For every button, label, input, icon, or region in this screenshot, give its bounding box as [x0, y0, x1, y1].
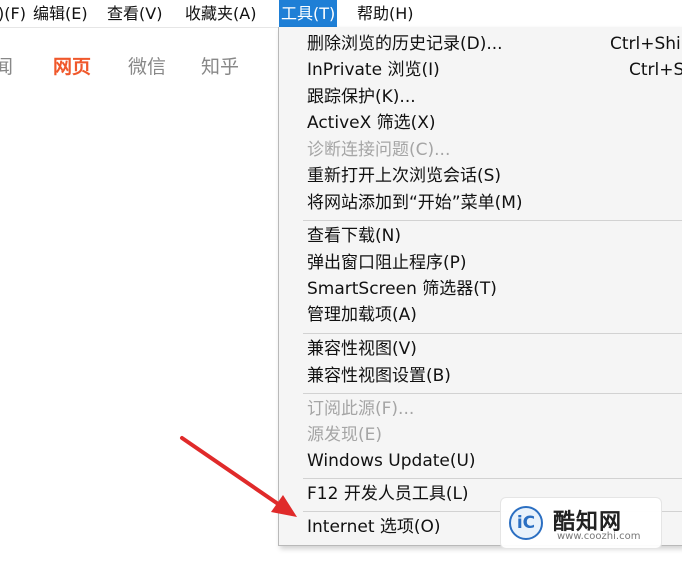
menu-help[interactable]: 帮助(H) [355, 0, 416, 27]
menu-separator [303, 220, 682, 221]
menu-item-activex-filtering[interactable]: ActiveX 筛选(X) [307, 110, 436, 136]
menu-item-f12-devtools[interactable]: F12 开发人员工具(L) [307, 481, 469, 507]
menu-item-manage-addons[interactable]: 管理加载项(A) [307, 302, 417, 328]
menu-item-smartscreen[interactable]: SmartScreen 筛选器(T) [307, 276, 497, 302]
shortcut-inprivate: Ctrl+S [629, 60, 682, 80]
menu-item-windows-update[interactable]: Windows Update(U) [307, 448, 476, 474]
tab-zhihu[interactable]: 知乎 [201, 52, 239, 79]
menu-item-internet-options[interactable]: Internet 选项(O) [307, 514, 441, 540]
menu-item-add-to-start[interactable]: 将网站添加到“开始”菜单(M) [307, 190, 523, 216]
menu-separator [303, 393, 682, 394]
watermark-logo-icon: iC [509, 506, 543, 540]
shortcut-delete-history: Ctrl+Shi [610, 34, 681, 54]
menu-item-popup-blocker[interactable]: 弹出窗口阻止程序(P) [307, 250, 467, 276]
menu-file[interactable]: )(F) [0, 0, 28, 27]
watermark-url: www.coozhi.com [557, 531, 641, 542]
menu-item-inprivate[interactable]: InPrivate 浏览(I) [307, 57, 440, 83]
tools-dropdown-menu: 删除浏览的历史记录(D)... Ctrl+Shi InPrivate 浏览(I)… [278, 27, 682, 546]
menu-item-diagnose-connection: 诊断连接问题(C)... [307, 140, 451, 160]
menu-edit[interactable]: 编辑(E) [31, 0, 90, 27]
menu-view[interactable]: 查看(V) [105, 0, 164, 27]
menu-item-delete-history[interactable]: 删除浏览的历史记录(D)... [307, 31, 503, 57]
tab-wechat[interactable]: 微信 [128, 52, 166, 79]
menu-item-compat-view-settings[interactable]: 兼容性视图设置(B) [307, 363, 451, 389]
menu-item-reopen-session[interactable]: 重新打开上次浏览会话(S) [307, 163, 501, 189]
menu-item-subscribe-feed: 订阅此源(F)... [307, 399, 415, 419]
tab-web[interactable]: 网页 [53, 52, 91, 79]
menu-separator [303, 333, 682, 334]
menu-item-tracking-protection[interactable]: 跟踪保护(K)... [307, 84, 416, 110]
tab-news[interactable]: 闻 [0, 52, 13, 79]
menu-separator [303, 478, 682, 479]
menu-tools[interactable]: 工具(T) [279, 0, 338, 27]
menu-bar: )(F) 编辑(E) 查看(V) 收藏夹(A) 工具(T) 帮助(H) [0, 0, 682, 28]
menu-item-view-downloads[interactable]: 查看下载(N) [307, 223, 401, 249]
menu-favorites[interactable]: 收藏夹(A) [183, 0, 258, 27]
menu-item-compat-view[interactable]: 兼容性视图(V) [307, 336, 417, 362]
menu-item-feed-discovery: 源发现(E) [307, 425, 383, 445]
watermark: iC 酷知网 www.coozhi.com [500, 497, 662, 549]
